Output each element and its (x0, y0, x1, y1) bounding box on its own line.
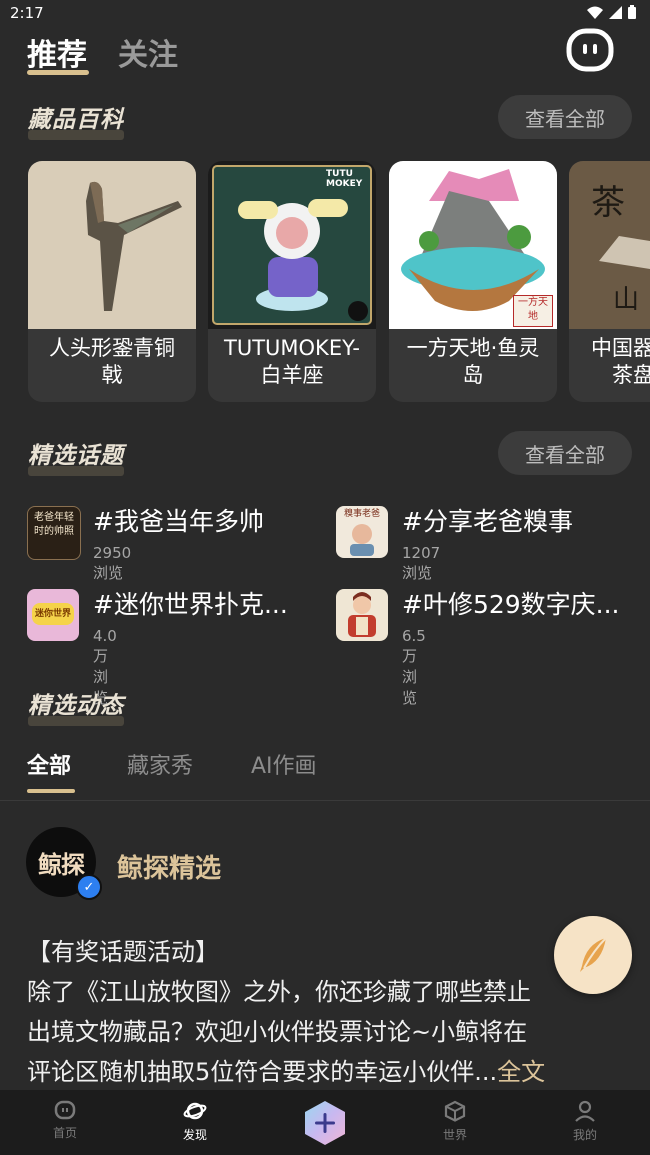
island-stamp: 一方天地 (513, 295, 553, 327)
tab-following[interactable]: 关注 (118, 30, 178, 74)
topic-views: 2950浏览 (93, 544, 132, 582)
compose-button[interactable] (554, 916, 632, 994)
divider (0, 800, 650, 801)
topic-title: #我爸当年多帅 (93, 507, 264, 536)
section-title-topics: 精选话题 (28, 436, 124, 476)
feed-tab-all[interactable]: 全部 (27, 748, 71, 780)
topic-thumbnail: 迷你世界 (27, 589, 79, 641)
topic-title: #迷你世界扑克... (93, 590, 288, 619)
topic-thumbnail: 老爸年轻时的帅照 (27, 506, 81, 560)
publish-button[interactable] (303, 1100, 347, 1146)
collection-card[interactable]: 一方天地 一方天地·鱼灵岛 (389, 161, 557, 402)
read-more-link[interactable]: 全文 (497, 1058, 545, 1086)
nav-discover[interactable]: 发现 (155, 1100, 235, 1143)
mascot-icon[interactable] (566, 28, 614, 72)
quill-icon (580, 937, 607, 972)
tab-active-indicator (27, 70, 89, 75)
card-name: 一方天地·鱼灵岛 (406, 336, 540, 387)
status-bar: 2:17 (0, 0, 650, 26)
battery-icon (628, 5, 636, 19)
tutumokey-image: TUTU MOKEY (208, 161, 376, 329)
nav-home[interactable]: 首页 (25, 1100, 105, 1141)
topic-title: #分享老爸糗事 (402, 507, 573, 536)
wifi-icon (587, 6, 603, 19)
tutu-badge: TUTU MOKEY (326, 169, 363, 189)
section-title-encyclopedia: 藏品百科 (28, 100, 124, 140)
topic-views: 1207浏览 (402, 544, 441, 582)
feed-tab-ai-painting[interactable]: AI作画 (251, 748, 317, 780)
see-all-topics-button[interactable]: 查看全部 (498, 431, 632, 475)
tea-tray-image: 茶 山 (569, 161, 650, 329)
feed-tab-indicator (27, 789, 75, 793)
collection-card[interactable]: 茶 山 中国器 茶盘 (569, 161, 650, 402)
cube-world-icon (444, 1100, 466, 1122)
fish-island-image: 一方天地 (389, 161, 557, 329)
post-body[interactable]: 【有奖话题活动】 除了《江山放牧图》之外，你还珍藏了哪些禁止 出境文物藏品？欢迎… (27, 932, 623, 1092)
card-name: 人头形銎青铜戟 (49, 336, 175, 387)
feed-tab-collector-show[interactable]: 藏家秀 (127, 748, 193, 780)
nav-world[interactable]: 世界 (415, 1100, 495, 1143)
nav-profile[interactable]: 我的 (545, 1100, 625, 1143)
collection-card[interactable]: 人头形銎青铜戟 (28, 161, 196, 402)
card-name: TUTUMOKEY- 白羊座 (224, 336, 360, 387)
see-all-encyclopedia-button[interactable]: 查看全部 (498, 95, 632, 139)
topic-thumbnail (336, 589, 388, 641)
home-icon (54, 1100, 76, 1120)
topic-thumbnail: 糗事老爸 (336, 506, 388, 558)
bronze-halberd-image (28, 161, 196, 329)
tab-recommend[interactable]: 推荐 (27, 30, 87, 74)
signal-icon (609, 5, 622, 19)
profile-icon (575, 1100, 595, 1122)
status-icons (587, 5, 636, 19)
post-author[interactable]: 鲸探精选 (117, 848, 221, 885)
topic-views: 6.5万浏览 (402, 627, 426, 707)
collection-card[interactable]: TUTU MOKEY TUTUMOKEY- 白羊座 (208, 161, 376, 402)
status-time: 2:17 (10, 4, 44, 22)
section-title-feed: 精选动态 (28, 686, 124, 726)
plus-icon (305, 1101, 345, 1145)
discover-planet-icon (183, 1102, 207, 1120)
topic-title: #叶修529数字庆... (402, 590, 620, 619)
verified-check-icon: ✓ (76, 874, 102, 900)
card-name: 中国器 茶盘 (591, 336, 650, 387)
